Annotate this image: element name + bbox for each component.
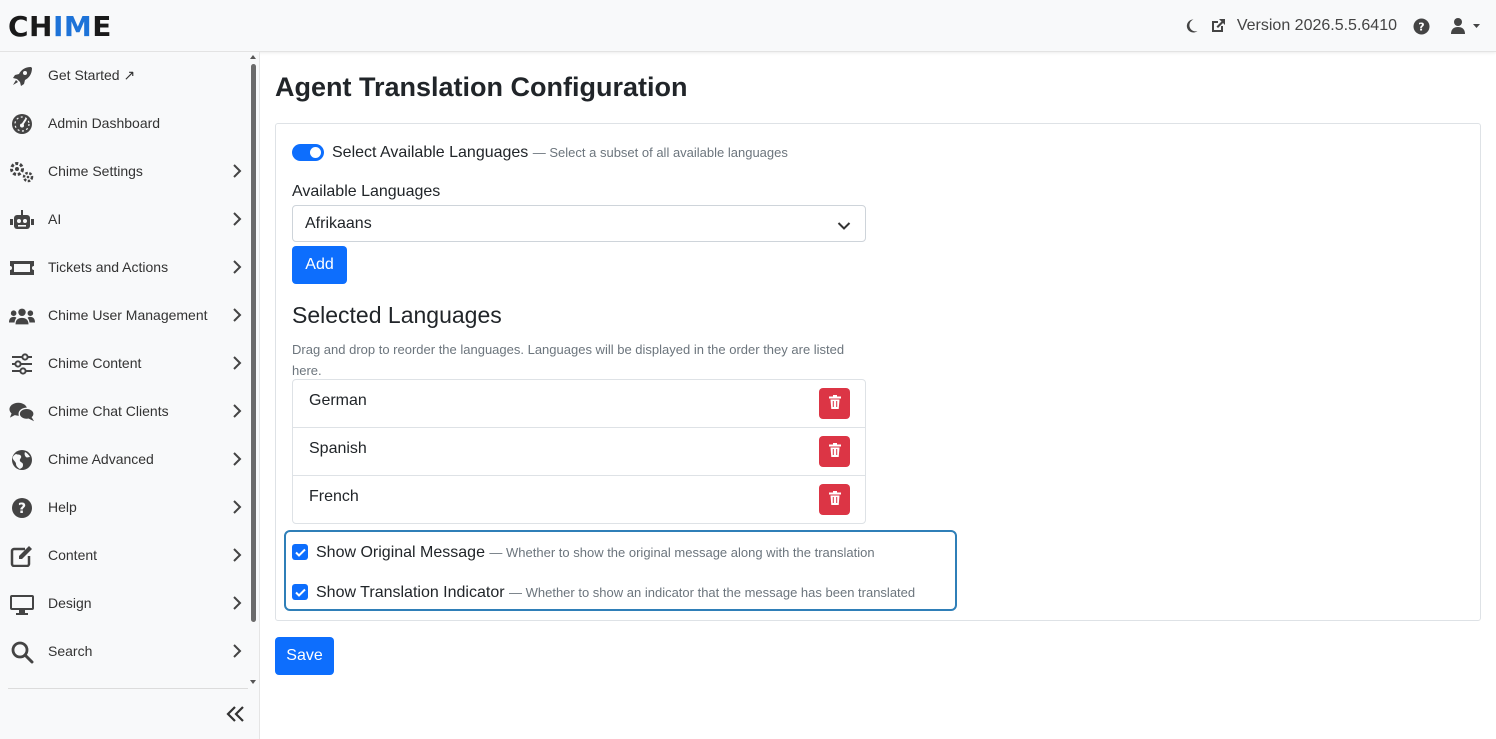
search-icon (9, 640, 35, 664)
chevron-right-icon (232, 500, 242, 518)
trash-icon (828, 394, 841, 413)
delete-language-button[interactable] (819, 388, 850, 419)
sidebar-divider (8, 688, 248, 689)
select-languages-toggle[interactable] (292, 144, 324, 161)
selected-languages-help: Drag and drop to reorder the languages. … (292, 342, 845, 378)
checkmark-icon (294, 544, 306, 561)
show-translation-indicator-label: Show Translation Indicator — Whether to … (316, 584, 916, 601)
chevron-right-icon (232, 644, 242, 662)
collapse-sidebar-button[interactable] (224, 702, 248, 730)
chevron-right-icon (232, 548, 242, 566)
chevron-right-icon (232, 308, 242, 326)
delete-language-button[interactable] (819, 484, 850, 515)
help-circle-icon[interactable]: ? (1413, 18, 1430, 35)
robot-icon (9, 208, 35, 232)
gauge-icon (9, 112, 35, 136)
sidebar-item-search[interactable]: Search (0, 628, 250, 676)
chevron-right-icon (232, 356, 242, 374)
sidebar: Get Started ↗ Admin Dashboard Chime Sett… (0, 52, 260, 739)
sidebar-item-content[interactable]: Content (0, 532, 250, 580)
ticket-icon (9, 256, 35, 280)
language-name: German (309, 392, 367, 409)
double-chevron-left-icon (226, 704, 246, 728)
show-original-message-checkbox[interactable] (292, 544, 308, 560)
edit-icon (9, 544, 35, 568)
desktop-icon (9, 592, 35, 616)
trash-icon (828, 442, 841, 461)
list-item[interactable]: French (293, 476, 865, 524)
user-menu-icon[interactable] (1450, 17, 1482, 35)
show-original-message-label: Show Original Message — Whether to show … (316, 544, 875, 561)
trash-icon (828, 490, 841, 509)
page-title: Agent Translation Configuration (275, 72, 688, 102)
select-languages-label: Select Available Languages — Select a su… (332, 144, 788, 161)
sidebar-item-admin-dashboard[interactable]: Admin Dashboard (0, 100, 250, 148)
svg-text:?: ? (18, 501, 26, 517)
external-link-icon[interactable] (1209, 17, 1227, 35)
list-item[interactable]: Spanish (293, 428, 865, 476)
delete-language-button[interactable] (819, 436, 850, 467)
chevron-right-icon (232, 260, 242, 278)
add-language-button[interactable]: Add (292, 246, 347, 284)
version-text: Version 2026.5.5.6410 (1236, 17, 1397, 34)
show-translation-indicator-description: — Whether to show an indicator that the … (509, 585, 916, 600)
checkmark-icon (294, 584, 306, 601)
selected-language-value: Afrikaans (305, 215, 372, 232)
comments-icon (9, 400, 35, 424)
moon-icon[interactable] (1183, 18, 1199, 34)
sidebar-item-chime-chat-clients[interactable]: Chime Chat Clients (0, 388, 250, 436)
sidebar-item-help[interactable]: ? Help (0, 484, 250, 532)
chevron-right-icon (232, 212, 242, 230)
language-name: Spanish (309, 440, 367, 457)
show-original-message-description: — Whether to show the original message a… (489, 545, 875, 560)
globe-icon (9, 448, 35, 472)
gears-icon (9, 160, 35, 184)
available-languages-label: Available Languages (292, 183, 441, 200)
sliders-icon (9, 352, 35, 376)
chevron-right-icon (232, 404, 242, 422)
save-button[interactable]: Save (275, 637, 334, 675)
available-languages-select[interactable]: Afrikaans (292, 205, 866, 242)
select-languages-description: — Select a subset of all available langu… (532, 145, 788, 160)
sidebar-item-get-started[interactable]: Get Started ↗ (0, 52, 250, 100)
chevron-down-icon (837, 218, 851, 235)
show-translation-indicator-checkbox[interactable] (292, 584, 308, 600)
list-item[interactable]: German (293, 380, 865, 428)
scroll-up-arrow[interactable] (250, 55, 256, 59)
language-name: French (309, 488, 359, 505)
svg-text:?: ? (1418, 20, 1424, 33)
users-icon (9, 304, 35, 328)
scroll-down-arrow[interactable] (250, 680, 256, 684)
sidebar-item-chime-advanced[interactable]: Chime Advanced (0, 436, 250, 484)
sidebar-item-chime-settings[interactable]: Chime Settings (0, 148, 250, 196)
sidebar-item-chime-user-management[interactable]: Chime User Management (0, 292, 250, 340)
sidebar-item-ai[interactable]: AI (0, 196, 250, 244)
chevron-right-icon (232, 452, 242, 470)
chevron-right-icon (232, 164, 242, 182)
selected-languages-title: Selected Languages (292, 302, 502, 328)
selected-languages-list: German Spanish French (292, 379, 866, 524)
chevron-right-icon (232, 596, 242, 614)
sidebar-item-tickets-and-actions[interactable]: Tickets and Actions (0, 244, 250, 292)
sidebar-item-chime-content[interactable]: Chime Content (0, 340, 250, 388)
question-circle-icon: ? (9, 496, 35, 520)
sidebar-item-design[interactable]: Design (0, 580, 250, 628)
sidebar-scrollbar[interactable] (251, 64, 256, 622)
rocket-icon (9, 64, 35, 88)
chime-logo[interactable]: CHIME (8, 12, 112, 42)
top-navbar: CHIME Version 2026.5.5.6410 ? (0, 0, 1496, 52)
